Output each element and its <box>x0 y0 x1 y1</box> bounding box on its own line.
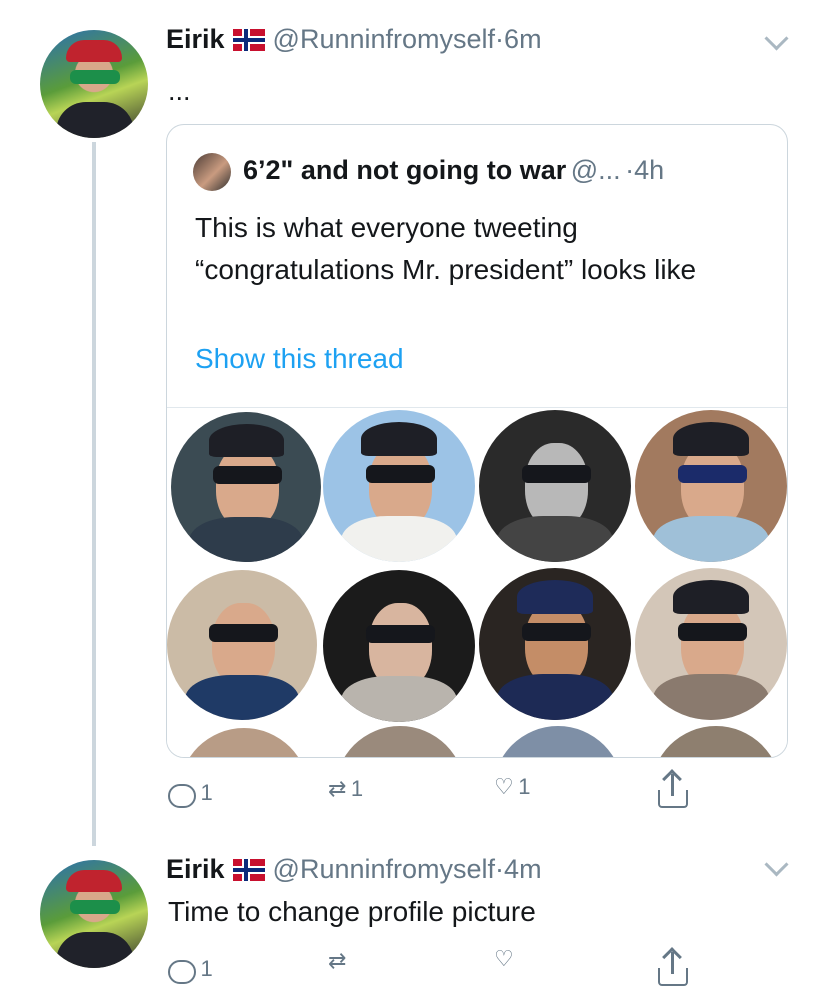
share-icon <box>658 947 688 986</box>
retweet-icon: ⇄ <box>328 948 347 973</box>
profile-photo <box>179 728 309 757</box>
separator-dot: · <box>625 155 635 185</box>
flag-norway-icon <box>232 859 265 881</box>
profile-photo <box>323 410 475 562</box>
quoted-image[interactable] <box>167 407 787 757</box>
handle[interactable]: @Runninfromyself <box>273 24 496 54</box>
timestamp[interactable]: 6m <box>504 24 542 54</box>
reply-button[interactable]: 1 <box>168 780 213 808</box>
quoted-handle[interactable]: @... <box>571 155 621 185</box>
tweet-header: Eirik @Runninfromyself·4m <box>166 854 542 885</box>
tweet-header: Eirik @Runninfromyself·6m <box>166 24 542 55</box>
avatar[interactable] <box>40 30 148 138</box>
profile-photo <box>167 570 317 720</box>
like-count: 1 <box>518 774 531 799</box>
retweet-count: 1 <box>350 776 364 801</box>
reply-button[interactable]: 1 <box>168 956 213 984</box>
quoted-header: 6’2" and not going to war @... ·4h <box>243 155 664 186</box>
profile-photo <box>335 726 465 757</box>
profile-photo <box>323 570 475 722</box>
profile-photo <box>493 726 623 757</box>
share-icon <box>658 769 688 808</box>
reply-icon <box>168 959 196 984</box>
share-button[interactable] <box>658 769 688 808</box>
chevron-down-icon[interactable] <box>764 26 789 51</box>
timestamp[interactable]: 4m <box>504 854 542 884</box>
like-button[interactable]: ♡ 1 <box>494 774 530 800</box>
retweet-icon: ⇄ <box>328 776 347 801</box>
like-button[interactable]: ♡ <box>494 948 514 971</box>
reply-count: 1 <box>200 956 213 981</box>
profile-photo <box>171 412 321 562</box>
profile-photo <box>651 726 781 757</box>
share-button[interactable] <box>658 947 688 986</box>
chevron-down-icon[interactable] <box>764 852 789 877</box>
quoted-tweet-card[interactable]: 6’2" and not going to war @... ·4h This … <box>166 124 788 758</box>
reply-count: 1 <box>200 780 213 805</box>
flag-norway-icon <box>232 29 265 51</box>
avatar[interactable] <box>40 860 148 968</box>
heart-icon: ♡ <box>494 774 514 799</box>
quoted-display-name[interactable]: 6’2" and not going to war <box>243 155 566 185</box>
tweet-text: Time to change profile picture <box>168 896 536 927</box>
quoted-text: This is what everyone tweeting “congratu… <box>195 212 697 285</box>
separator-dot: · <box>495 24 505 54</box>
retweet-button[interactable]: ⇄ 1 <box>328 776 363 802</box>
tweet-text: ... <box>168 76 191 106</box>
show-thread-link[interactable]: Show this thread <box>195 343 404 375</box>
profile-photo <box>479 410 631 562</box>
display-name[interactable]: Eirik <box>166 854 225 884</box>
thread-connector-line <box>92 142 96 846</box>
reply-icon <box>168 783 196 808</box>
quoted-avatar[interactable] <box>193 153 231 191</box>
profile-photo <box>479 568 631 720</box>
separator-dot: · <box>495 854 505 884</box>
retweet-button[interactable]: ⇄ <box>328 950 346 973</box>
heart-icon: ♡ <box>494 946 514 971</box>
display-name[interactable]: Eirik <box>166 24 225 54</box>
quoted-timestamp[interactable]: 4h <box>634 155 664 185</box>
profile-photo <box>635 568 787 720</box>
profile-photo <box>635 410 787 562</box>
handle[interactable]: @Runninfromyself <box>273 854 496 884</box>
